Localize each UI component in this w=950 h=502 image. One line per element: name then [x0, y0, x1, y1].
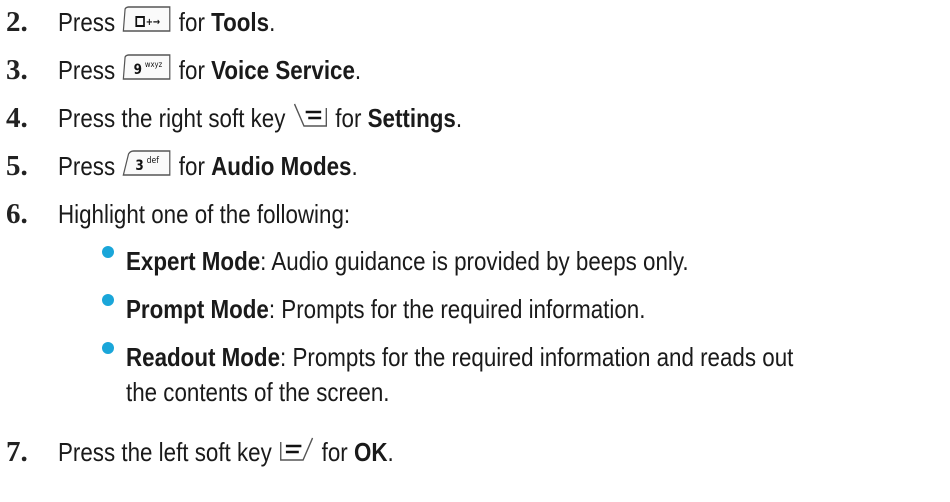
- step-mid: for: [321, 436, 348, 467]
- option-name: Readout Mode: [126, 341, 281, 372]
- step-4: 4. Press the right soft key for Settings…: [6, 96, 528, 140]
- option-text: Readout Mode: Prompts for the required i…: [126, 342, 793, 373]
- step-suffix: .: [354, 54, 362, 85]
- step-suffix: .: [455, 102, 463, 133]
- option-desc: : Prompts for the required information.: [268, 293, 646, 324]
- step-prefix: Press: [58, 150, 116, 181]
- svg-text:def: def: [147, 154, 160, 165]
- step-text: Press +→ for Tools.: [58, 4, 275, 41]
- option-expert-mode: Expert Mode: Audio guidance is provided …: [102, 240, 780, 282]
- step-text: Highlight one of the following:: [58, 198, 351, 229]
- step-suffix: .: [387, 436, 394, 467]
- option-name: Expert Mode: [126, 245, 261, 276]
- option-text: Prompt Mode: Prompts for the required in…: [126, 294, 645, 325]
- option-name: Prompt Mode: [126, 293, 269, 324]
- step-prefix: Press: [58, 6, 116, 37]
- step-3: 3. Press 9 wxyz for Voice Service.: [6, 48, 410, 92]
- step-text: Press 9 wxyz for Voice Service.: [58, 52, 361, 89]
- step-number: 4.: [6, 101, 28, 134]
- step-number: 6.: [6, 197, 28, 230]
- svg-text:3: 3: [136, 158, 144, 174]
- step-target: Settings: [367, 102, 456, 133]
- step-number: 3.: [6, 53, 28, 86]
- step-7: 7. Press the left soft key for OK.: [6, 430, 448, 474]
- step-suffix: .: [351, 150, 358, 181]
- tools-key-icon: +→: [122, 4, 172, 41]
- option-text: Expert Mode: Audio guidance is provided …: [126, 246, 689, 277]
- option-desc: : Audio guidance is provided by beeps on…: [260, 245, 689, 276]
- step-text: Press the right soft key for Settings.: [58, 100, 462, 137]
- step-target: Audio Modes: [211, 150, 352, 181]
- step-mid: for: [178, 54, 205, 85]
- step-number: 7.: [6, 435, 28, 468]
- 3-def-key-icon: 3 def: [122, 148, 172, 185]
- step-prefix: Press the left soft key: [58, 436, 272, 467]
- 9-wxyz-key-icon: 9 wxyz: [122, 52, 172, 89]
- left-soft-key-icon: [279, 434, 315, 471]
- step-text: Press the left soft key for OK.: [58, 434, 394, 471]
- svg-text:9: 9: [134, 62, 142, 78]
- step-target: Voice Service: [211, 54, 355, 85]
- option-desc: : Prompts for the required information a…: [280, 341, 794, 372]
- option-readout-mode-continued: the contents of the screen.: [126, 372, 432, 412]
- step-prefix: Press: [58, 54, 116, 85]
- step-mid: for: [335, 102, 362, 133]
- bullet-icon: [102, 294, 114, 306]
- step-target: OK: [353, 436, 388, 467]
- step-mid: for: [178, 6, 205, 37]
- option-prompt-mode: Prompt Mode: Prompts for the required in…: [102, 288, 730, 330]
- instruction-page: 2. Press +→ for Tools. 3. Press 9 wxyz f…: [0, 0, 950, 502]
- right-soft-key-icon: [292, 100, 328, 137]
- step-mid: for: [178, 150, 205, 181]
- step-number: 5.: [6, 149, 28, 182]
- step-target: Tools: [211, 6, 270, 37]
- option-desc-continued: the contents of the screen.: [126, 376, 390, 407]
- step-5: 5. Press 3 def for Audio Modes.: [6, 144, 407, 188]
- bullet-icon: [102, 342, 114, 354]
- step-6: 6. Highlight one of the following:: [6, 192, 398, 236]
- step-prefix: Press the right soft key: [58, 102, 286, 133]
- step-suffix: .: [269, 6, 276, 37]
- bullet-icon: [102, 246, 114, 258]
- svg-text:+→: +→: [146, 16, 161, 28]
- step-text: Press 3 def for Audio Modes.: [58, 148, 358, 185]
- step-2: 2. Press +→ for Tools.: [6, 0, 311, 44]
- svg-text:wxyz: wxyz: [145, 59, 162, 69]
- step-number: 2.: [6, 5, 28, 38]
